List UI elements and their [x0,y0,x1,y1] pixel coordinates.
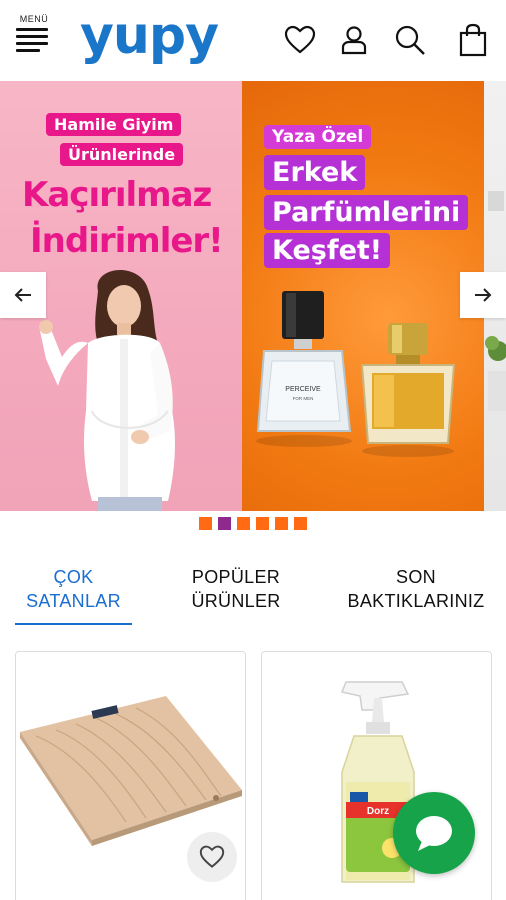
search-button[interactable] [392,22,428,58]
carousel-prev-button[interactable] [0,272,46,318]
favorite-button[interactable] [187,832,237,882]
carousel-dot-active[interactable] [218,517,231,530]
tab-popular-products[interactable]: POPÜLER ÜRÜNLER [176,565,296,613]
tab-label: POPÜLER [191,567,281,587]
banner-slide-perfume[interactable]: Yaza Özel Erkek Parfümlerini Keşfet! PER… [242,81,484,511]
chat-bubble-icon [416,816,452,851]
tab-label: BAKTIKLARINIZ [347,591,485,611]
user-icon [341,26,367,55]
bottle-label: PERCEIVE [285,386,321,393]
perfume-bottles-image: PERCEIVE FOR MEN [256,291,456,457]
carousel-pagination [0,517,506,530]
product-tabs: ÇOK SATANLAR POPÜLER ÜRÜNLER SON BAKTIKL… [0,565,506,627]
header: MENÜ yupy [0,0,506,80]
slide-headline: Keşfet! [264,233,391,268]
slide-tag: Hamile Giyim [46,113,182,136]
carousel-dot[interactable] [275,517,288,530]
product-card[interactable] [15,651,246,900]
tab-best-sellers[interactable]: ÇOK SATANLAR [15,565,132,613]
slide-headline: Parfümlerini [264,195,469,230]
logo[interactable]: yupy [80,6,219,66]
bottle-sublabel: FOR MEN [293,396,314,401]
cart-button[interactable] [455,22,491,58]
heart-icon [199,845,225,868]
slide-tag: Ürünlerinde [60,143,184,166]
carousel-dot[interactable] [294,517,307,530]
shopping-bag-icon [459,23,487,57]
carousel-dot[interactable] [199,517,212,530]
tab-label: SON [396,567,436,587]
active-tab-indicator [15,623,132,625]
slide-headline: Erkek [264,155,366,190]
carousel-next-button[interactable] [460,272,506,318]
favorites-button[interactable] [282,22,318,58]
slide-headline: Kaçırılmaz [22,175,212,215]
hamburger-icon [16,28,52,52]
tab-label: ÜRÜNLER [191,591,281,611]
tab-recently-viewed[interactable]: SON BAKTIKLARINIZ [336,565,496,613]
app-page: MENÜ yupy Hamile Giyim Ürünlerinde Kaçır… [0,0,506,900]
chat-button[interactable] [393,792,475,874]
arrow-left-icon [14,288,31,302]
slide-headline: İndirimler! [30,221,224,261]
carousel-dot[interactable] [256,517,269,530]
account-button[interactable] [336,22,372,58]
tab-label: ÇOK [53,567,94,587]
menu-button[interactable]: MENÜ [16,14,52,56]
svg-text:Dorz: Dorz [367,806,389,817]
menu-label: MENÜ [19,14,49,24]
slide-tag: Yaza Özel [264,125,372,149]
search-icon [395,25,425,55]
banner-carousel[interactable]: Hamile Giyim Ürünlerinde Kaçırılmaz İndi… [0,81,506,511]
arrow-right-icon [475,288,492,302]
heart-icon [284,25,316,54]
carousel-dot[interactable] [237,517,250,530]
tab-label: SATANLAR [26,591,121,611]
